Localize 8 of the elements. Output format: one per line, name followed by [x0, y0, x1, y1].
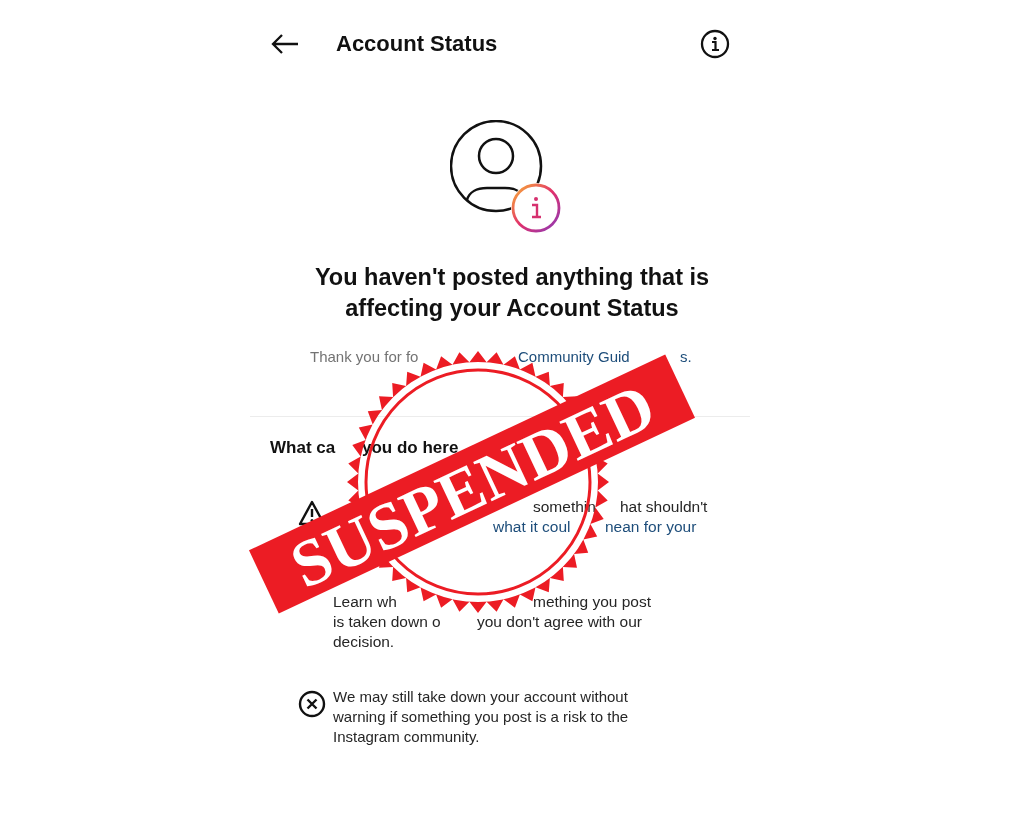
item-text: We may still take down your account without warning if something you post is a risk to the Instagram community.: [333, 687, 630, 747]
status-headline: You haven't posted anything that is affecting your Account Status: [313, 263, 711, 323]
item-text: you don't agree with our: [477, 613, 642, 631]
item-text: mething you post: [533, 593, 652, 611]
screen-title: Account Status: [336, 31, 499, 57]
item-text: is taken down o: [333, 613, 441, 631]
item-text: decision.: [333, 633, 395, 651]
item-text: Learn wh: [333, 593, 397, 611]
